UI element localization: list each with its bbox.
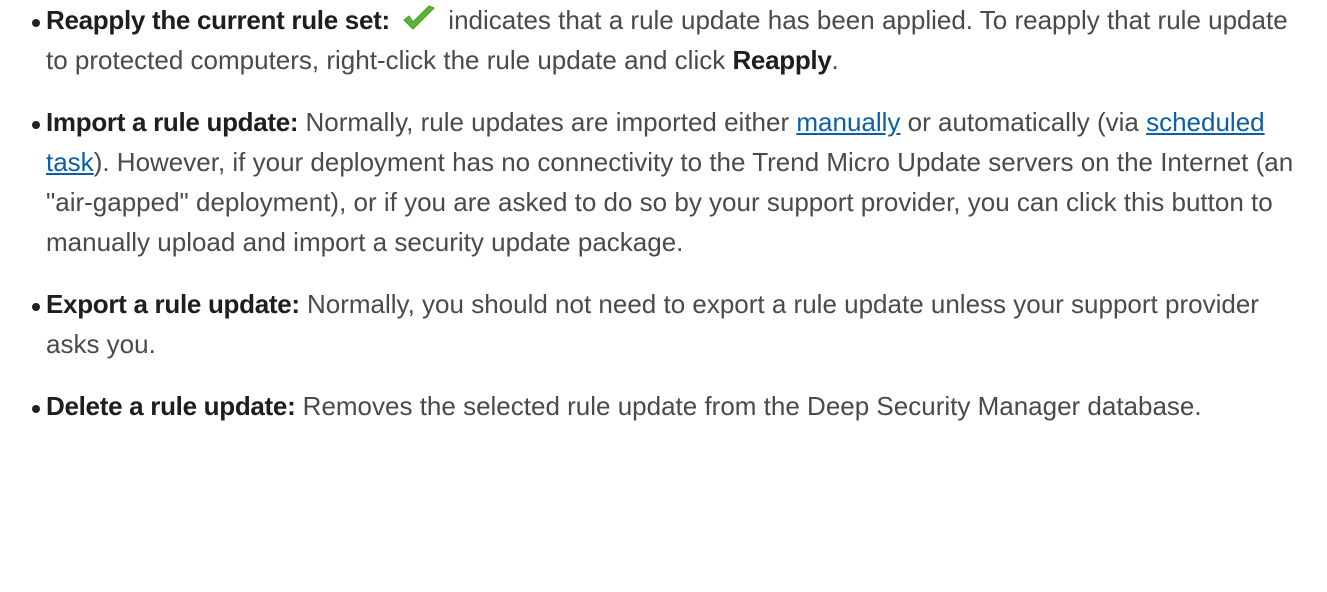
- document-body: Reapply the current rule set: indicates …: [0, 0, 1327, 448]
- item-text-end: ). However, if your deployment has no co…: [46, 147, 1294, 257]
- bullet-dot: [32, 405, 40, 413]
- list-item-delete: Delete a rule update: Removes the select…: [0, 386, 1327, 426]
- list-item-reapply: Reapply the current rule set: indicates …: [0, 0, 1327, 80]
- reapply-term: Reapply: [732, 45, 832, 75]
- item-text-middle: or automatically (via: [900, 107, 1147, 137]
- bullet-dot: [32, 303, 40, 311]
- bullet-list: Reapply the current rule set: indicates …: [0, 0, 1327, 426]
- list-item-import: Import a rule update: Normally, rule upd…: [0, 102, 1327, 262]
- item-term: Import a rule update:: [46, 107, 299, 137]
- item-term: Delete a rule update:: [46, 391, 296, 421]
- item-term: Reapply the current rule set:: [46, 5, 390, 35]
- item-term: Export a rule update:: [46, 289, 300, 319]
- checkmark-icon: [401, 4, 437, 32]
- item-text-end: .: [831, 45, 839, 75]
- bullet-dot: [32, 19, 40, 27]
- item-text: Removes the selected rule update from th…: [295, 391, 1202, 421]
- list-item-export: Export a rule update: Normally, you shou…: [0, 284, 1327, 364]
- bullet-dot: [32, 121, 40, 129]
- item-text: Normally, rule updates are imported eith…: [298, 107, 797, 137]
- manually-link[interactable]: manually: [796, 107, 900, 137]
